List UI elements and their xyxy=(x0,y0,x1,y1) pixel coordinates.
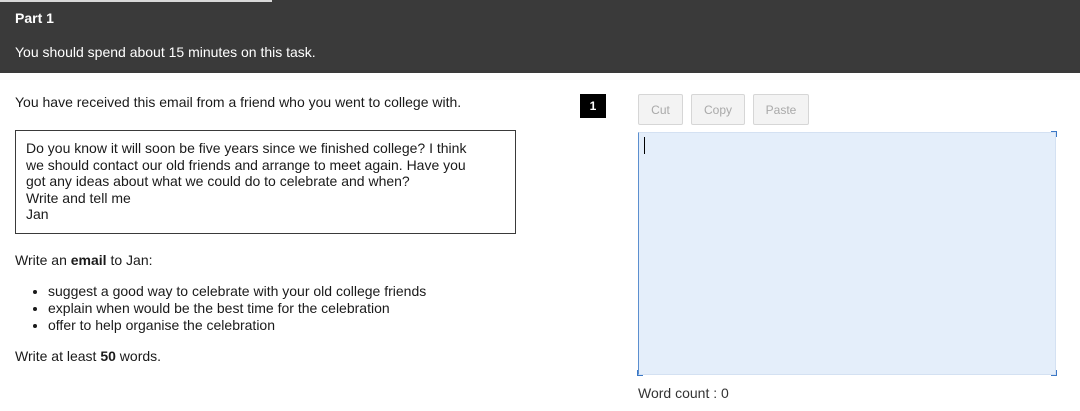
part-title: Part 1 xyxy=(15,10,54,26)
task-bullet: suggest a good way to celebrate with you… xyxy=(48,283,575,300)
question-number-badge: 1 xyxy=(580,94,606,118)
instruction-text: Write an xyxy=(15,252,71,268)
word-requirement-text: words. xyxy=(115,348,162,364)
word-requirement: Write at least 50 words. xyxy=(15,348,575,364)
email-line: Do you know it will soon be five years s… xyxy=(26,140,467,156)
friend-email-box: Do you know it will soon be five years s… xyxy=(15,130,516,234)
copy-button[interactable]: Copy xyxy=(691,94,745,125)
word-requirement-number: 50 xyxy=(100,348,116,364)
header-tab-indicator xyxy=(0,0,272,2)
cut-button[interactable]: Cut xyxy=(638,94,683,125)
paste-button[interactable]: Paste xyxy=(753,94,809,125)
task-bullet: offer to help organise the celebration xyxy=(48,317,575,334)
part-header: Part 1 You should spend about 15 minutes… xyxy=(0,0,1080,73)
email-line: Write and tell me xyxy=(26,189,131,206)
task-intro: You have received this email from a frie… xyxy=(15,94,462,110)
task-bullet-list: suggest a good way to celebrate with you… xyxy=(15,283,575,334)
answer-textarea[interactable] xyxy=(638,132,1056,375)
task-panel: You have received this email from a frie… xyxy=(15,94,575,364)
writing-instruction: Write an email to Jan: xyxy=(15,252,575,268)
word-count-label: Word count : xyxy=(638,385,722,401)
instruction-emphasis: email xyxy=(70,252,107,268)
email-line: we should contact our old friends and ar… xyxy=(26,156,466,173)
email-line: Jan xyxy=(26,206,49,222)
word-requirement-text: Write at least xyxy=(15,348,101,364)
task-bullet: explain when would be the best time for … xyxy=(48,300,575,317)
word-count-value: 0 xyxy=(721,385,729,401)
time-instruction: You should spend about 15 minutes on thi… xyxy=(15,44,316,60)
word-count: Word count : 0 xyxy=(638,385,729,401)
email-line: got any ideas about what we could do to … xyxy=(26,173,410,189)
instruction-text: to Jan: xyxy=(106,252,153,268)
